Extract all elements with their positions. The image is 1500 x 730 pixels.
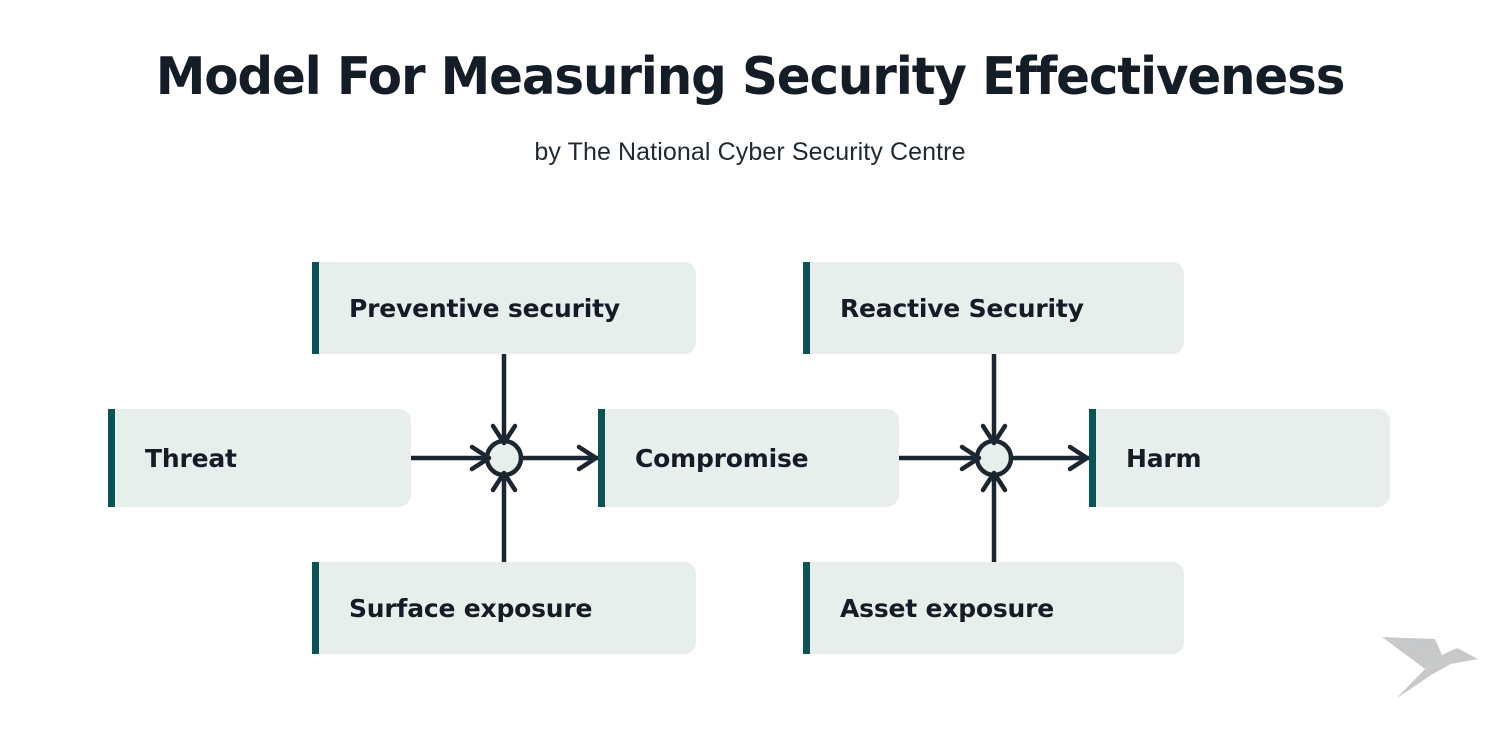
junction-2-arrowhead-top xyxy=(983,426,1005,443)
arrowhead-into-compromise xyxy=(579,447,596,469)
junction-1-arrowhead-bottom xyxy=(493,473,515,490)
node-threat-label: Threat xyxy=(145,443,237,473)
node-reactive-security: Reactive Security xyxy=(803,262,1184,354)
node-harm-label: Harm xyxy=(1126,443,1202,473)
arrowhead-into-harm xyxy=(1070,447,1087,469)
node-surface-exposure: Surface exposure xyxy=(312,562,696,654)
connector-layer xyxy=(411,354,1500,562)
junction-2-arrowhead-bottom xyxy=(983,473,1005,490)
origami-bird-logo xyxy=(1382,637,1478,698)
node-compromise-label: Compromise xyxy=(635,443,809,473)
junction-1-node xyxy=(484,438,524,478)
node-harm: Harm xyxy=(1089,409,1390,507)
junction-2-node xyxy=(974,438,1014,478)
node-preventive-security: Preventive security xyxy=(312,262,696,354)
node-preventive-security-label: Preventive security xyxy=(349,293,620,323)
junction-1-arrowhead-left xyxy=(472,447,489,469)
junction-2-arrowhead-left xyxy=(962,447,979,469)
node-compromise: Compromise xyxy=(598,409,899,507)
node-asset-exposure-label: Asset exposure xyxy=(840,593,1055,623)
node-surface-exposure-label: Surface exposure xyxy=(349,593,593,623)
node-reactive-security-label: Reactive Security xyxy=(840,293,1084,323)
node-threat: Threat xyxy=(108,409,411,507)
node-asset-exposure: Asset exposure xyxy=(803,562,1184,654)
diagram-canvas: Preventive security Reactive Security Th… xyxy=(0,0,1500,730)
junction-1-arrowhead-top xyxy=(493,426,515,443)
diagram-page: Model For Measuring Security Effectivene… xyxy=(0,0,1500,730)
